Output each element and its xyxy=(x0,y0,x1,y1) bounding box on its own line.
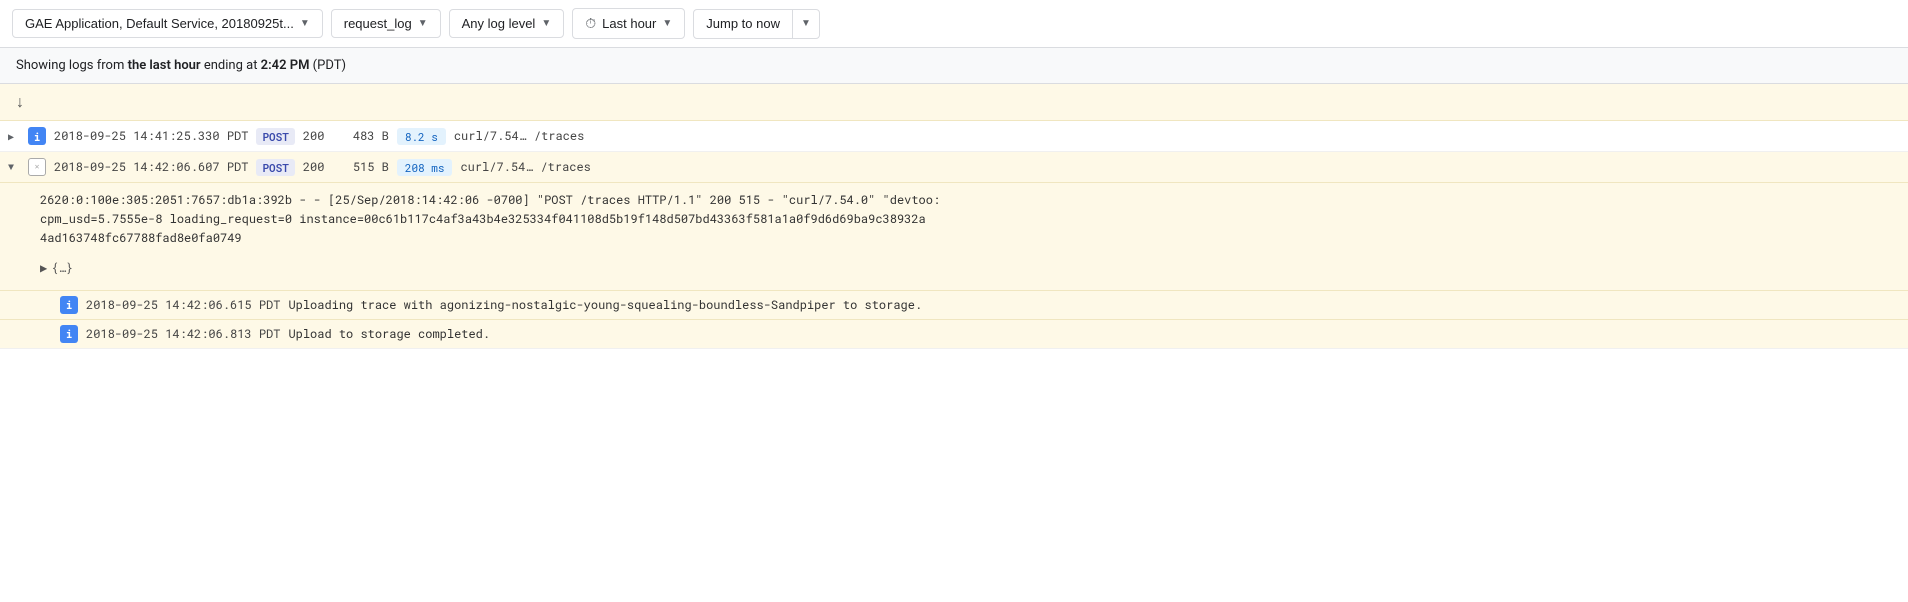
log-expanded-content: 2620:0:100e:305:2051:7657:db1a:392b - - … xyxy=(0,182,1908,290)
log-timestamp: 2018-09-25 14:42:06.615 PDT xyxy=(86,297,280,313)
http-method-badge: POST xyxy=(256,128,294,145)
response-size: 515 B xyxy=(339,159,389,175)
severity-badge: i xyxy=(60,296,78,314)
severity-badge: i xyxy=(28,127,46,145)
log-level-selector[interactable]: Any log level ▼ xyxy=(449,9,565,38)
severity-badge: ✕ xyxy=(28,158,46,176)
request-path: /traces xyxy=(540,159,590,175)
down-arrow-icon: ↓ xyxy=(16,92,24,111)
log-type-label: request_log xyxy=(344,16,412,31)
expand-arrow-icon: ▶ xyxy=(8,130,20,143)
log-raw-text: 2620:0:100e:305:2051:7657:db1a:392b - - … xyxy=(40,191,1868,249)
http-method-badge: POST xyxy=(256,159,294,176)
time-range-label: Last hour xyxy=(602,16,656,31)
json-toggle-label: {…} xyxy=(51,259,73,278)
log-type-selector[interactable]: request_log ▼ xyxy=(331,9,441,38)
log-message: Uploading trace with agonizing-nostalgic… xyxy=(288,297,922,313)
user-agent: curl/7.54… xyxy=(460,159,532,175)
request-path: /traces xyxy=(534,128,584,144)
log-row[interactable]: ▼ ✕ 2018-09-25 14:42:06.607 PDT POST 200… xyxy=(0,152,1908,182)
jump-to-now-label: Jump to now xyxy=(706,16,780,31)
user-agent: curl/7.54… xyxy=(454,128,526,144)
jump-to-now-group: Jump to now ▼ xyxy=(693,9,820,39)
latency-badge: 208 ms xyxy=(397,159,453,176)
resource-selector[interactable]: GAE Application, Default Service, 201809… xyxy=(12,9,323,38)
json-toggle[interactable]: ▶ {…} xyxy=(40,259,1868,278)
json-toggle-icon: ▶ xyxy=(40,259,47,278)
log-entries-container: ▶ i 2018-09-25 14:41:25.330 PDT POST 200… xyxy=(0,121,1908,349)
expand-arrow-icon: ▼ xyxy=(8,160,20,174)
log-level-label: Any log level xyxy=(462,16,536,31)
chevron-down-icon: ▼ xyxy=(541,18,551,29)
status-code: 200 xyxy=(303,128,331,144)
info-bold1: the last hour xyxy=(128,58,201,73)
log-row[interactable]: ▶ i 2018-09-25 14:41:25.330 PDT POST 200… xyxy=(0,121,1908,151)
chevron-down-icon: ▼ xyxy=(662,18,672,29)
time-range-selector[interactable]: ⏱ Last hour ▼ xyxy=(572,8,685,39)
toolbar: GAE Application, Default Service, 201809… xyxy=(0,0,1908,48)
log-entry: ▼ ✕ 2018-09-25 14:42:06.607 PDT POST 200… xyxy=(0,152,1908,349)
log-timestamp: 2018-09-25 14:42:06.813 PDT xyxy=(86,326,280,342)
log-timestamp: 2018-09-25 14:41:25.330 PDT xyxy=(54,128,248,144)
info-suffix: (PDT) xyxy=(309,58,346,73)
resource-selector-label: GAE Application, Default Service, 201809… xyxy=(25,16,294,31)
log-message: Upload to storage completed. xyxy=(288,326,490,342)
jump-to-now-dropdown[interactable]: ▼ xyxy=(793,12,819,35)
log-timestamp: 2018-09-25 14:42:06.607 PDT xyxy=(54,159,248,175)
chevron-down-icon: ▼ xyxy=(300,18,310,29)
info-bold2: 2:42 PM xyxy=(261,58,310,73)
sub-log-row: i 2018-09-25 14:42:06.615 PDT Uploading … xyxy=(0,290,1908,319)
jump-to-now-button[interactable]: Jump to now xyxy=(694,10,792,37)
info-prefix: Showing logs from xyxy=(16,58,128,73)
response-size: 483 B xyxy=(339,128,389,144)
status-code: 200 xyxy=(303,159,331,175)
clock-icon: ⏱ xyxy=(585,15,596,32)
latency-badge: 8.2 s xyxy=(397,128,446,145)
timestamp-arrow-row: ↓ xyxy=(0,84,1908,121)
chevron-down-icon: ▼ xyxy=(418,18,428,29)
sub-log-row: i 2018-09-25 14:42:06.813 PDT Upload to … xyxy=(0,319,1908,348)
info-middle: ending at xyxy=(201,58,261,73)
log-entry: ▶ i 2018-09-25 14:41:25.330 PDT POST 200… xyxy=(0,121,1908,152)
chevron-down-icon: ▼ xyxy=(801,18,811,29)
severity-badge: i xyxy=(60,325,78,343)
info-bar: Showing logs from the last hour ending a… xyxy=(0,48,1908,84)
